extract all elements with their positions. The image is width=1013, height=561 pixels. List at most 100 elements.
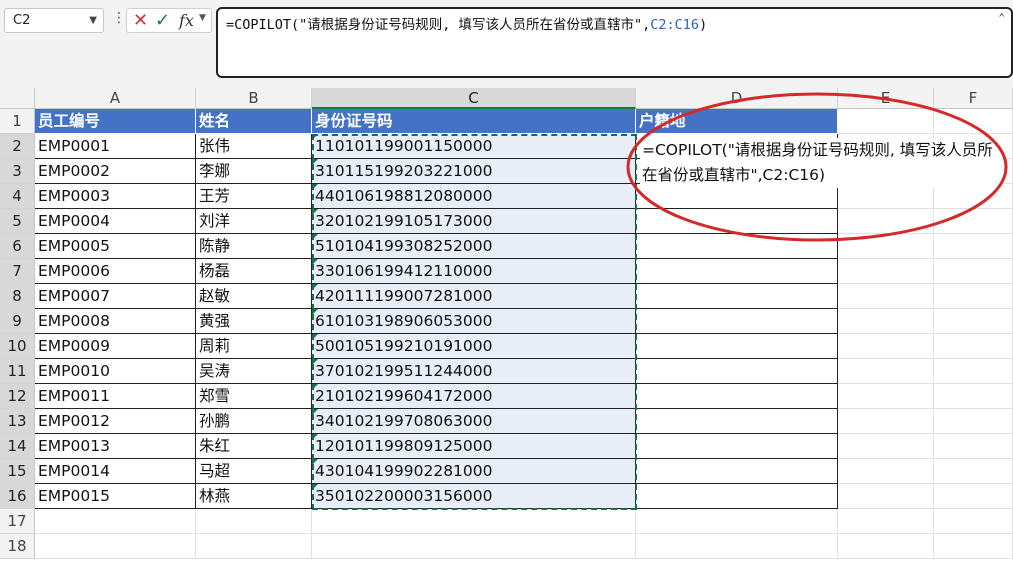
row-header-1[interactable]: 1 [0,109,35,134]
cell-b11[interactable]: 吴涛 [196,359,312,384]
cell-c9[interactable]: 610103198906053000 [312,309,636,334]
cell-b7[interactable]: 杨磊 [196,259,312,284]
cell-d14[interactable] [636,434,838,459]
cell-f12[interactable] [934,384,1013,409]
row-header-5[interactable]: 5 [0,209,35,234]
cell-b17[interactable] [196,509,312,534]
cell-a2[interactable]: EMP0001 [35,134,196,159]
cell-d9[interactable] [636,309,838,334]
cell-f15[interactable] [934,459,1013,484]
cell-f9[interactable] [934,309,1013,334]
cell-b13[interactable]: 孙鹏 [196,409,312,434]
cell-c6[interactable]: 510104199308252000 [312,234,636,259]
cell-b3[interactable]: 李娜 [196,159,312,184]
cell-d11[interactable] [636,359,838,384]
select-all-corner[interactable] [0,88,35,109]
cell-a1[interactable]: 员工编号 [35,109,196,134]
cell-d12[interactable] [636,384,838,409]
cell-c2[interactable]: 110101199001150000 [312,134,636,159]
column-header-a[interactable]: A [35,88,196,109]
cell-a15[interactable]: EMP0014 [35,459,196,484]
cell-b14[interactable]: 朱红 [196,434,312,459]
row-header-16[interactable]: 16 [0,484,35,509]
cell-d17[interactable] [636,509,838,534]
cell-d16[interactable] [636,484,838,509]
cell-a4[interactable]: EMP0003 [35,184,196,209]
cell-f13[interactable] [934,409,1013,434]
cell-a14[interactable]: EMP0013 [35,434,196,459]
cell-a18[interactable] [35,534,196,559]
collapse-formula-bar-icon[interactable]: ⌃ [998,11,1005,24]
cell-b1[interactable]: 姓名 [196,109,312,134]
cell-b9[interactable]: 黄强 [196,309,312,334]
cell-c5[interactable]: 320102199105173000 [312,209,636,234]
row-header-11[interactable]: 11 [0,359,35,384]
cell-c13[interactable]: 340102199708063000 [312,409,636,434]
cell-a7[interactable]: EMP0006 [35,259,196,284]
cell-e18[interactable] [838,534,934,559]
row-header-6[interactable]: 6 [0,234,35,259]
cell-b8[interactable]: 赵敏 [196,284,312,309]
cell-b16[interactable]: 林燕 [196,484,312,509]
column-header-d[interactable]: D [636,88,838,109]
cell-e5[interactable] [838,209,934,234]
cell-f18[interactable] [934,534,1013,559]
column-header-e[interactable]: E [838,88,934,109]
cell-a5[interactable]: EMP0004 [35,209,196,234]
cell-c12[interactable]: 210102199604172000 [312,384,636,409]
cell-f1[interactable] [934,109,1013,134]
cell-a8[interactable]: EMP0007 [35,284,196,309]
row-header-9[interactable]: 9 [0,309,35,334]
cell-b18[interactable] [196,534,312,559]
cell-f7[interactable] [934,259,1013,284]
cell-a12[interactable]: EMP0011 [35,384,196,409]
cell-e9[interactable] [838,309,934,334]
cell-e15[interactable] [838,459,934,484]
cell-e14[interactable] [838,434,934,459]
cell-a3[interactable]: EMP0002 [35,159,196,184]
cell-b10[interactable]: 周莉 [196,334,312,359]
row-header-12[interactable]: 12 [0,384,35,409]
row-header-7[interactable]: 7 [0,259,35,284]
confirm-icon[interactable]: ✓ [155,10,170,31]
row-header-3[interactable]: 3 [0,159,35,184]
row-header-18[interactable]: 18 [0,534,35,559]
cell-f16[interactable] [934,484,1013,509]
column-header-b[interactable]: B [196,88,312,109]
cell-d7[interactable] [636,259,838,284]
cell-b2[interactable]: 张伟 [196,134,312,159]
cell-f6[interactable] [934,234,1013,259]
cell-c17[interactable] [312,509,636,534]
row-header-4[interactable]: 4 [0,184,35,209]
more-vertical-icon[interactable]: ⋮ [112,10,126,26]
cell-e8[interactable] [838,284,934,309]
cell-e17[interactable] [838,509,934,534]
cell-e16[interactable] [838,484,934,509]
cell-a16[interactable]: EMP0015 [35,484,196,509]
cell-b15[interactable]: 马超 [196,459,312,484]
formula-input[interactable]: =COPILOT("请根据身份证号码规则, 填写该人员所在省份或直辖市",C2:… [216,7,1013,78]
cell-d5[interactable] [636,209,838,234]
cell-e10[interactable] [838,334,934,359]
column-header-f[interactable]: F [934,88,1013,109]
cell-a11[interactable]: EMP0010 [35,359,196,384]
cell-c10[interactable]: 500105199210191000 [312,334,636,359]
cell-e11[interactable] [838,359,934,384]
cell-c1[interactable]: 身份证号码 [312,109,636,134]
row-header-15[interactable]: 15 [0,459,35,484]
cell-c16[interactable]: 350102200003156000 [312,484,636,509]
row-header-13[interactable]: 13 [0,409,35,434]
cell-f8[interactable] [934,284,1013,309]
cell-c18[interactable] [312,534,636,559]
cell-a9[interactable]: EMP0008 [35,309,196,334]
cell-c11[interactable]: 370102199511244000 [312,359,636,384]
chevron-down-icon[interactable]: ▼ [89,9,97,32]
cell-b12[interactable]: 郑雪 [196,384,312,409]
cell-e6[interactable] [838,234,934,259]
cancel-icon[interactable]: ✕ [133,10,148,31]
cell-e7[interactable] [838,259,934,284]
cell-f17[interactable] [934,509,1013,534]
cell-a6[interactable]: EMP0005 [35,234,196,259]
cell-a13[interactable]: EMP0012 [35,409,196,434]
cell-c3[interactable]: 310115199203221000 [312,159,636,184]
